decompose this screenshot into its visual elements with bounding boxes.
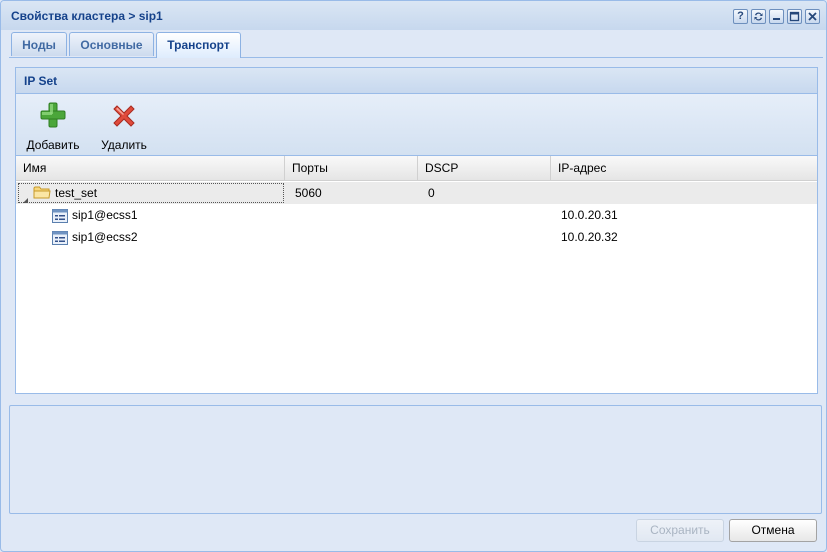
details-panel	[9, 405, 822, 514]
group-row[interactable]: test_set 5060 0	[16, 182, 817, 204]
delete-button[interactable]: Удалить	[94, 94, 154, 154]
group-dscp: 0	[428, 186, 435, 200]
grid-header: Имя Порты DSCP IP-адрес	[16, 156, 817, 181]
column-header-ip[interactable]: IP-адрес	[551, 156, 817, 180]
add-button[interactable]: Добавить	[22, 94, 84, 154]
list-item[interactable]: sip1@ecss1 10.0.20.31	[16, 204, 817, 226]
group-name: test_set	[55, 186, 98, 200]
refresh-icon[interactable]	[751, 9, 766, 24]
delete-icon	[110, 102, 138, 133]
save-button[interactable]: Сохранить	[636, 519, 724, 542]
cluster-properties-window: Свойства кластера > sip1 ? Ноды Основные…	[0, 0, 827, 552]
tab-nodes[interactable]: Ноды	[11, 32, 67, 56]
maximize-icon[interactable]	[787, 9, 802, 24]
delete-button-label: Удалить	[101, 138, 147, 152]
add-icon	[40, 102, 66, 131]
column-header-name[interactable]: Имя	[16, 156, 285, 180]
node-ip: 10.0.20.32	[561, 230, 618, 244]
tab-general[interactable]: Основные	[69, 32, 154, 56]
node-ip: 10.0.20.31	[561, 208, 618, 222]
window-titlebar[interactable]: Свойства кластера > sip1 ?	[1, 1, 826, 30]
column-header-ports[interactable]: Порты	[285, 156, 418, 180]
ipset-panel-header: IP Set	[16, 68, 817, 94]
window-title: Свойства кластера > sip1	[11, 9, 163, 23]
list-item[interactable]: sip1@ecss2 10.0.20.32	[16, 226, 817, 248]
help-icon[interactable]: ?	[733, 9, 748, 24]
tab-transport[interactable]: Транспорт	[156, 32, 241, 58]
group-ports: 5060	[295, 186, 322, 200]
close-icon[interactable]	[805, 9, 820, 24]
node-item-icon	[52, 230, 68, 252]
minimize-icon[interactable]	[769, 9, 784, 24]
node-name: sip1@ecss1	[72, 208, 138, 222]
ipset-panel: IP Set Добавить Удалить Имя Порты DSCP I…	[15, 67, 818, 394]
ipset-panel-title: IP Set	[24, 74, 58, 88]
column-header-dscp[interactable]: DSCP	[418, 156, 551, 180]
node-name: sip1@ecss2	[72, 230, 138, 244]
expand-toggle-icon[interactable]	[22, 189, 29, 203]
transport-tab-body: IP Set Добавить Удалить Имя Порты DSCP I…	[9, 58, 821, 401]
tab-bar: Ноды Основные Транспорт	[9, 31, 823, 58]
add-button-label: Добавить	[26, 138, 80, 152]
cancel-button[interactable]: Отмена	[729, 519, 817, 542]
ipset-toolbar: Добавить Удалить	[16, 94, 817, 156]
